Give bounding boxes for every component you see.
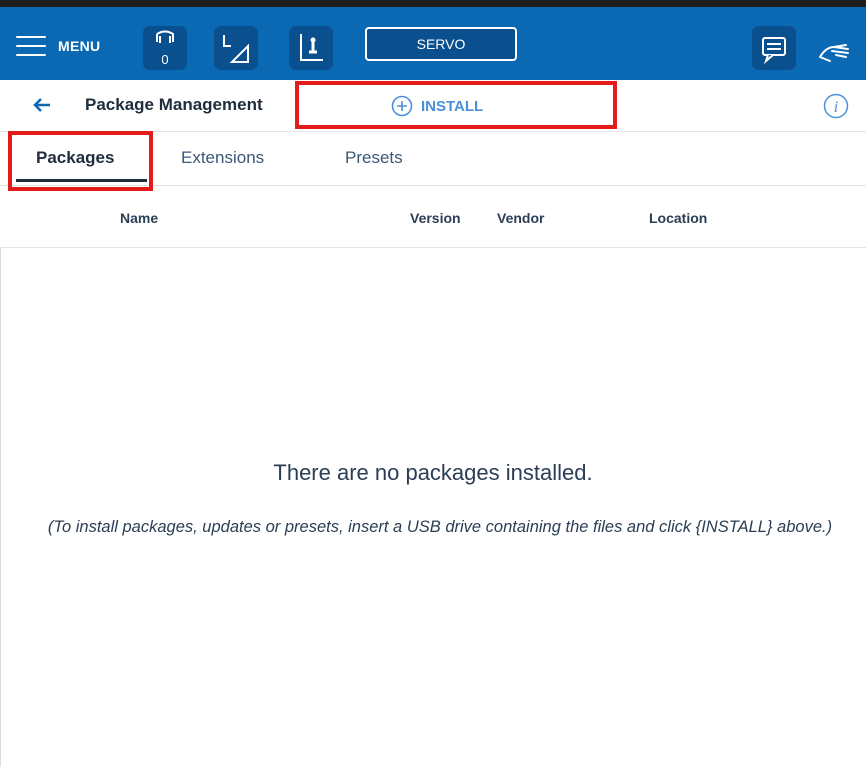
svg-text:i: i (834, 99, 838, 116)
top-bar: MENU 0 SERVO (0, 0, 866, 80)
freedrive-button[interactable] (812, 29, 856, 73)
info-icon[interactable]: i (823, 93, 849, 119)
empty-state-message: There are no packages installed. (273, 460, 593, 485)
table-header: Name Version Vendor Location (0, 186, 866, 248)
gripper-count: 0 (161, 52, 169, 67)
tab-presets[interactable]: Presets (345, 148, 403, 168)
gripper-button[interactable]: 0 (143, 26, 187, 70)
menu-label: MENU (58, 38, 101, 54)
chat-icon (762, 37, 786, 65)
tab-extensions[interactable]: Extensions (181, 148, 264, 168)
empty-state-hint: (To install packages, updates or presets… (47, 518, 833, 536)
column-name[interactable]: Name (120, 210, 158, 226)
frame-button[interactable] (214, 26, 258, 70)
frame-icon (223, 35, 249, 63)
column-location[interactable]: Location (649, 210, 707, 226)
page-title: Package Management (85, 95, 263, 114)
back-arrow-icon[interactable] (30, 93, 54, 117)
servo-button[interactable]: SERVO (365, 27, 517, 61)
install-highlight-box (295, 81, 617, 129)
axis-icon (300, 34, 323, 61)
chat-button[interactable] (752, 26, 796, 70)
menu-button[interactable]: MENU (16, 29, 100, 63)
column-version[interactable]: Version (410, 210, 461, 226)
menu-icon (16, 36, 46, 56)
panel-border (0, 248, 1, 767)
packages-tab-highlight-box (8, 131, 153, 191)
axis-button[interactable] (289, 26, 333, 70)
column-vendor[interactable]: Vendor (497, 210, 544, 226)
hand-icon (819, 44, 849, 62)
